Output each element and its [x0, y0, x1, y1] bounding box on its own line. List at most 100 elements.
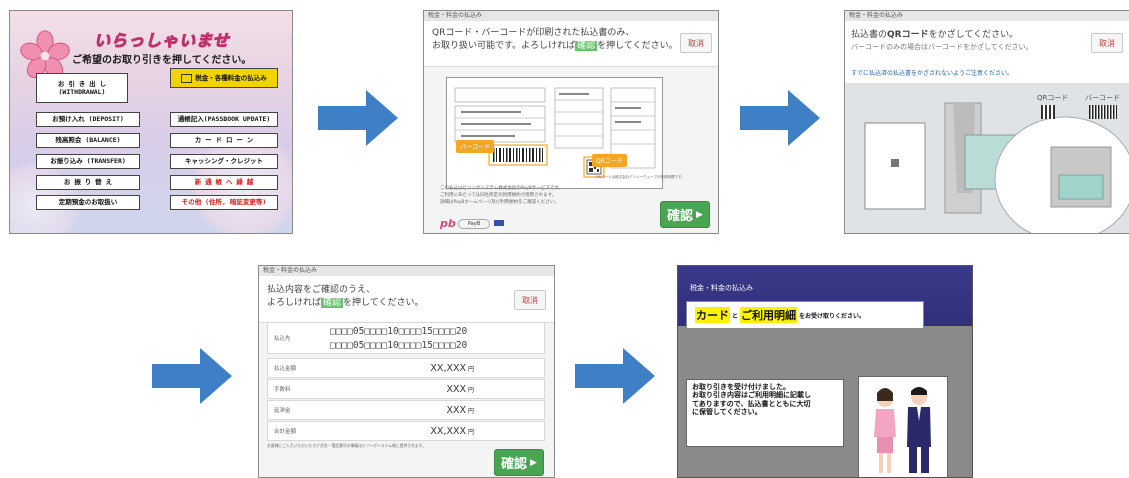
payee-row: 払込先 □□□□05□□□□10□□□□15□□□□20 □□□□05□□□□1…	[267, 322, 545, 354]
bill-icon	[181, 73, 193, 83]
confirm-button[interactable]: 確認 ▶	[660, 201, 710, 228]
row-value: XXX 円	[446, 405, 474, 416]
fee-row: 手数料 XXX 円	[267, 379, 545, 399]
screen-title-bar: 税金・料金の払込み	[845, 11, 1129, 21]
card-emphasis: カード	[695, 307, 730, 323]
instruction-text: を押してください。	[343, 298, 424, 309]
confirm-highlight: 確認	[321, 298, 344, 309]
screen-title-bar: 税金・料金の払込み	[259, 266, 554, 276]
button-label: 新 通 帳 へ 繰 越	[194, 178, 254, 187]
qr-code-emphasis: QRコード	[887, 30, 929, 40]
completion-info-box: お取り引きを受け付けました。 お取り引き内容はご利用明細に記載し てありますので…	[686, 379, 844, 447]
receive-card-screen: 税金・料金の払込み カード と ご利用明細 をお受け取りください。 お取り引きを…	[677, 265, 973, 478]
amount-value: XX,XXX	[430, 363, 466, 374]
row-label: 払込金額	[274, 366, 297, 372]
conjunction-text: と	[732, 312, 739, 320]
account-transfer-button[interactable]: お 振 り 替 え	[36, 175, 140, 190]
card-loan-button[interactable]: カ ー ド ロ ー ン	[170, 133, 278, 148]
receive-message: カード と ご利用明細 をお受け取りください。	[686, 301, 924, 329]
tax-payment-button[interactable]: 税金・各種料金の払込み	[170, 68, 278, 88]
passbook-update-button[interactable]: 通帳記入(PASSBOOK UPDATE)	[170, 112, 278, 127]
button-label: 定期預金のお取扱い	[58, 198, 118, 207]
arrow-right-icon	[575, 348, 655, 404]
instruction-text: よろしければ	[267, 298, 322, 309]
instruction-text: を押してください。	[597, 41, 678, 52]
row-value: XX,XXX 円	[430, 363, 474, 374]
instruction-line: 払込内容をご確認のうえ、	[267, 285, 376, 295]
row-label: 合計金額	[274, 429, 297, 435]
confirm-button[interactable]: 確認 ▶	[494, 449, 544, 476]
message-header: 払込内容をご確認のうえ、 よろしければ 確認 を押してください。 取消	[259, 276, 554, 323]
screen-title-bar: 税金・料金の払込み	[424, 11, 718, 21]
instruction-message: QRコード・バーコードが印刷された払込書のみ、 お取り扱い可能です。よろしければ…	[432, 27, 678, 53]
arrow-right-icon	[740, 90, 820, 146]
transfer-button[interactable]: お振り込み (TRANSFER)	[36, 154, 140, 169]
payee-label: 払込先	[274, 336, 291, 342]
row-label: 手数料	[274, 387, 291, 393]
instruction-line: バーコードのみの場合はバーコードをかざしてください。	[851, 43, 1033, 52]
cancel-button[interactable]: 取消	[514, 290, 546, 310]
button-label: キャッシング・クレジット	[185, 157, 263, 166]
bowing-staff-illustration	[858, 376, 948, 477]
payment-confirmation-screen: 税金・料金の払込み 払込内容をご確認のうえ、 よろしければ 確認 を押してください。…	[258, 265, 555, 478]
button-label: その他 (住所, 暗証変更等)	[181, 198, 267, 207]
time-deposit-button[interactable]: 定期預金のお取扱い	[36, 195, 140, 210]
button-label: お 振 り 替 え	[63, 178, 113, 187]
amount-value: XXX	[446, 405, 466, 416]
warning-text: すでに払込済の払込書をかざされないようご注意ください。	[851, 70, 1013, 77]
late-fee-row: 延滞金 XXX 円	[267, 400, 545, 420]
payee-line: □□□□05□□□□10□□□□15□□□□20	[330, 326, 468, 337]
cancel-button[interactable]: 取消	[680, 33, 712, 53]
instruction-line: 払込書のQRコードをかざしてください。	[851, 29, 1033, 42]
button-label: 残高照会 (BALANCE)	[55, 136, 121, 145]
button-label: 通帳記入(PASSBOOK UPDATE)	[177, 115, 271, 124]
cancel-button[interactable]: 取消	[1091, 33, 1123, 53]
instruction-message: 払込内容をご確認のうえ、 よろしければ 確認 を押してください。	[267, 284, 424, 310]
barcode-icon	[1089, 105, 1117, 119]
button-label: 税金・各種料金の払込み	[195, 73, 267, 82]
payee-line: □□□□05□□□□10□□□□15□□□□20	[330, 340, 468, 351]
button-label: お 引 き 出 し	[57, 79, 107, 88]
screen-title: 税金・料金の払込み	[690, 284, 753, 292]
button-sublabel: (WITHDRAWAL)	[58, 88, 106, 96]
other-services-button[interactable]: その他 (住所, 暗証変更等)	[170, 195, 278, 210]
welcome-title: いらっしゃいませ	[94, 31, 230, 51]
cashing-credit-button[interactable]: キャッシング・クレジット	[170, 154, 278, 169]
payb-badge: PayB	[458, 219, 490, 229]
phone-icon	[494, 220, 504, 226]
new-passbook-button[interactable]: 新 通 帳 へ 繰 越	[170, 175, 278, 190]
staff-figures	[874, 387, 931, 473]
confirm-highlight: 確認	[575, 41, 598, 52]
total-row: 合計金額 XX,XXX 円	[267, 421, 545, 441]
payment-slip-instruction-screen: 税金・料金の払込み QRコード・バーコードが印刷された払込書のみ、 お取り扱い可…	[423, 10, 719, 234]
message-header: QRコード・バーコードが印刷された払込書のみ、 お取り扱い可能です。よろしければ…	[424, 21, 718, 67]
atm-scanner-illustration	[864, 102, 1129, 233]
barcode-label: バーコード	[456, 140, 495, 153]
instruction-text: 払込書の	[851, 30, 888, 40]
confirm-label: 確認	[501, 457, 528, 472]
deposit-button[interactable]: お預け入れ (DEPOSIT)	[36, 112, 140, 127]
statement-emphasis: ご利用明細	[740, 307, 798, 323]
qr-trademark-note: QRコードは株式会社デンソーウェーブの登録商標です。	[596, 175, 685, 179]
qr-code-caption: QRコード	[1037, 94, 1069, 102]
qr-code-label: QRコード	[592, 154, 627, 167]
notice-line: この払込はビリングシステム株式会社のPayBサービスです。	[440, 186, 563, 191]
instruction-message: 払込書のQRコードをかざしてください。 バーコードのみの場合はバーコードをかざし…	[851, 29, 1033, 52]
arrow-right-icon	[152, 348, 232, 404]
currency-unit: 円	[467, 429, 474, 436]
scan-code-screen: 税金・料金の払込み 払込書のQRコードをかざしてください。 バーコードのみの場合…	[844, 10, 1129, 234]
instruction-text: お取り扱い可能です。よろしければ	[432, 41, 576, 52]
scanner-illustration	[845, 83, 1129, 233]
instruction-line: お取り扱い可能です。よろしければ 確認 を押してください。	[432, 40, 678, 53]
balance-button[interactable]: 残高照会 (BALANCE)	[36, 133, 140, 148]
notice-line: ご利用にあたっては同社所定の利用規約が適用されます。	[440, 192, 557, 198]
payb-logo: pb	[440, 217, 456, 230]
notice-line: 詳細はPayBホームページ及び利用規約をご確認ください。	[440, 199, 559, 205]
instruction-text: ご希望のお取り引きを押してください。	[72, 55, 252, 66]
withdrawal-button[interactable]: お 引 き 出 し (WITHDRAWAL)	[36, 73, 128, 103]
amount-value: XX,XXX	[430, 426, 466, 437]
button-label: カ ー ド ロ ー ン	[194, 136, 254, 145]
button-label: お振り込み (TRANSFER)	[50, 157, 126, 166]
confirm-label: 確認	[667, 209, 694, 224]
instruction-text: をお受け取りください。	[799, 312, 866, 320]
